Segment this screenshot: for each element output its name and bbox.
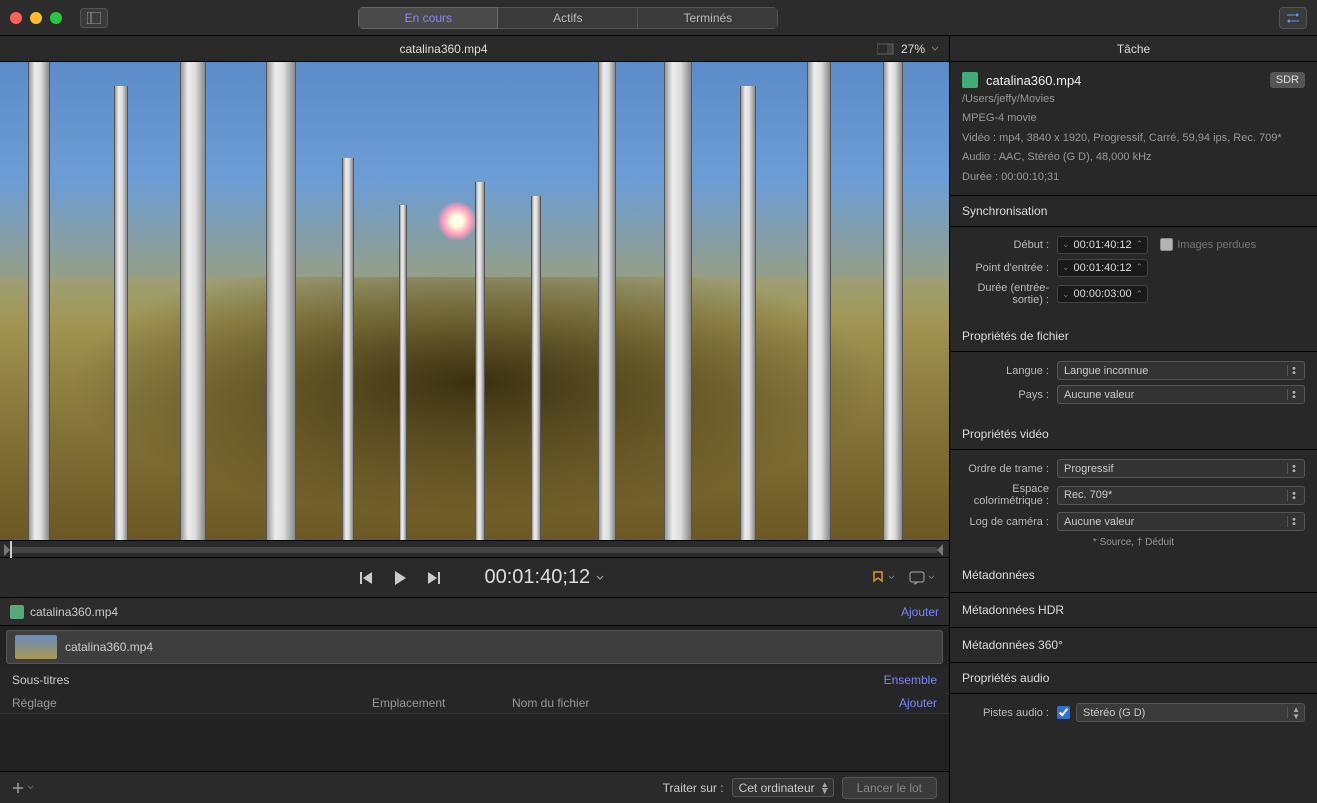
add-output-button[interactable]: Ajouter [901,605,939,619]
col-filename: Nom du fichier [512,696,899,710]
clip-name: catalina360.mp4 [65,640,153,654]
tab-active[interactable]: En cours [358,7,498,29]
inspector: Tâche catalina360.mp4 SDR /Users/jeffy/M… [950,36,1317,803]
file-duration: Durée : 00:00:10;31 [962,170,1305,185]
col-setting: Réglage [12,696,372,710]
window-controls [10,12,62,24]
close-icon[interactable] [10,12,22,24]
go-end-button[interactable] [426,571,440,585]
videoprops-section: Ordre de trame : Progressif Espace color… [950,450,1317,558]
audiotrack-select[interactable]: Stéréo (G D)▲▼ [1076,703,1305,722]
preview-filename: catalina360.mp4 [10,42,877,56]
country-label: Pays : [962,389,1057,401]
sdr-badge: SDR [1270,72,1305,88]
file-name: catalina360.mp4 [986,73,1081,88]
file-audio-info: Audio : AAC, Stéréo (G D), 48,000 kHz [962,150,1305,165]
fieldorder-select[interactable]: Progressif [1057,459,1305,478]
source-note: * Source, † Déduit [962,537,1305,548]
caption-button[interactable] [909,571,935,585]
sync-section: Début : ⌄00:01:40:12⌃ Images perdues Poi… [950,227,1317,321]
metadata-hdr-header[interactable]: Métadonnées HDR [950,593,1317,628]
play-button[interactable] [392,570,408,586]
movie-icon [10,605,24,619]
fullscreen-icon[interactable] [50,12,62,24]
add-button[interactable] [12,782,34,794]
zoom-controls[interactable]: 27% [877,42,939,56]
inspector-title: Tâche [950,36,1317,62]
job-name: catalina360.mp4 [30,605,901,619]
start-batch-button[interactable]: Lancer le lot [842,777,937,799]
country-select[interactable]: Aucune valeur [1057,385,1305,404]
go-start-button[interactable] [360,571,374,585]
timeline[interactable] [0,540,949,558]
clip-thumbnail [15,635,57,659]
audiotrack-checkbox[interactable] [1057,706,1070,719]
chevron-down-icon [928,574,935,581]
chevron-down-icon [888,574,895,581]
process-target-select[interactable]: Cet ordinateur ▲▼ [732,778,834,797]
start-timecode[interactable]: ⌄00:01:40:12⌃ [1057,236,1148,254]
transport-bar: 00:01:40;12 [0,558,949,598]
in-label: Point d'entrée : [962,262,1057,274]
fileprops-header[interactable]: Propriétés de fichier [950,321,1317,352]
clip-row[interactable]: catalina360.mp4 [6,630,943,664]
inspector-toggle-button[interactable] [1279,7,1307,29]
tab-assets[interactable]: Actifs [498,7,638,29]
fieldorder-label: Ordre de trame : [962,463,1057,475]
audiotracks-label: Pistes audio : [962,707,1057,719]
add-row-button[interactable]: Ajouter [899,696,937,710]
subtitles-label: Sous-titres [12,673,884,687]
dropped-frames-checkbox[interactable]: Images perdues [1160,238,1256,251]
video-preview[interactable] [0,62,949,540]
colorspace-select[interactable]: Rec. 709* [1057,486,1305,505]
file-info-section: catalina360.mp4 SDR /Users/jeffy/Movies … [950,62,1317,196]
fileprops-section: Langue : Langue inconnue Pays : Aucune v… [950,352,1317,419]
camlog-select[interactable]: Aucune valeur [1057,512,1305,531]
minimize-icon[interactable] [30,12,42,24]
chevron-down-icon [27,784,34,791]
ensemble-button[interactable]: Ensemble [884,673,937,687]
process-on-label: Traiter sur : [663,781,724,795]
lang-label: Langue : [962,365,1057,377]
marker-button[interactable] [871,571,895,585]
dur-timecode[interactable]: ⌄00:00:03:00⌃ [1057,285,1148,303]
metadata-header[interactable]: Métadonnées [950,558,1317,593]
audioprops-section: Pistes audio : Stéréo (G D)▲▼ [950,694,1317,737]
tab-done[interactable]: Terminés [638,7,778,29]
start-label: Début : [962,239,1057,251]
chevron-down-icon [931,45,939,53]
titlebar: En cours Actifs Terminés [0,0,1317,36]
lang-select[interactable]: Langue inconnue [1057,361,1305,380]
timecode-display[interactable]: 00:01:40;12 [485,566,605,589]
file-video-info: Vidéo : mp4, 3840 x 1920, Progressif, Ca… [962,131,1305,146]
sidebar-toggle-button[interactable] [80,8,108,28]
movie-icon [962,72,978,88]
in-timecode[interactable]: ⌄00:01:40:12⌃ [1057,259,1148,277]
subtitles-header[interactable]: Sous-titres Ensemble [0,668,949,692]
col-location: Emplacement [372,696,512,710]
chevron-down-icon [596,574,604,582]
job-header[interactable]: catalina360.mp4 Ajouter [0,598,949,626]
zoom-value: 27% [901,42,925,56]
camlog-label: Log de caméra : [962,516,1057,528]
footer: Traiter sur : Cet ordinateur ▲▼ Lancer l… [0,771,949,803]
audioprops-header[interactable]: Propriétés audio [950,663,1317,694]
view-segmented-control: En cours Actifs Terminés [358,7,778,29]
column-headers: Réglage Emplacement Nom du fichier Ajout… [0,692,949,714]
batch-list: catalina360.mp4 Ajouter catalina360.mp4 … [0,598,949,771]
preview-header: catalina360.mp4 27% [0,36,949,62]
videoprops-header[interactable]: Propriétés vidéo [950,419,1317,450]
file-container: MPEG-4 movie [962,111,1305,126]
metadata-360-header[interactable]: Métadonnées 360° [950,628,1317,663]
colorspace-label: Espace colorimétrique : [962,483,1057,507]
sync-header[interactable]: Synchronisation [950,196,1317,227]
dur-label: Durée (entrée-sortie) : [962,282,1057,306]
file-path: /Users/jeffy/Movies [962,92,1305,107]
